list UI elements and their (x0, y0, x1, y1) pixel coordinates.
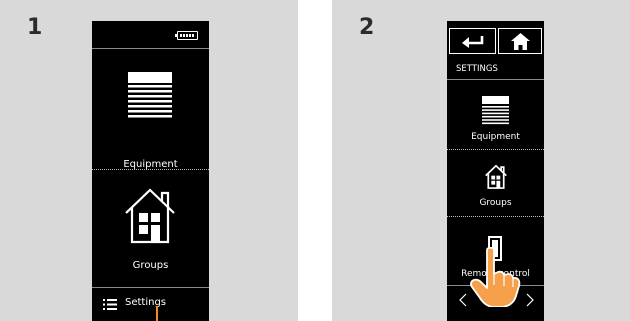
menu-item-label: Groups (132, 260, 169, 271)
menu-list-icon (103, 299, 117, 310)
menu-item-groups[interactable]: Groups (92, 171, 209, 286)
step-number: 2 (359, 15, 375, 40)
blind-icon (128, 72, 172, 118)
back-button[interactable] (449, 28, 496, 54)
screen-title: SETTINGS (456, 64, 498, 74)
item-divider (92, 169, 209, 170)
home-button[interactable] (498, 28, 542, 54)
menu-item-groups[interactable]: Groups (447, 151, 544, 215)
settings-button[interactable]: Settings (92, 288, 209, 321)
item-divider (447, 216, 544, 217)
back-arrow-icon (462, 36, 484, 48)
blind-icon (482, 96, 509, 125)
step-1-panel: 1 Equipment Groups Settings (0, 0, 298, 321)
pointing-hand-icon (470, 247, 521, 307)
home-icon (511, 33, 530, 50)
chevron-left-icon[interactable] (459, 293, 467, 307)
pointer-line (156, 306, 158, 321)
menu-item-equipment[interactable]: Equipment (92, 49, 209, 170)
item-divider (447, 149, 544, 150)
house-icon (125, 188, 175, 244)
settings-label: Settings (125, 297, 167, 308)
menu-item-label: Groups (479, 198, 512, 208)
step-2-panel: 2 SETTINGS Equipment Groups Remote contr… (332, 0, 630, 321)
menu-item-label: Equipment (471, 132, 520, 142)
chevron-right-icon[interactable] (526, 293, 534, 307)
menu-item-equipment[interactable]: Equipment (447, 80, 544, 147)
step-number: 1 (27, 15, 43, 40)
battery-icon (175, 31, 198, 40)
remote-screen: Equipment Groups Settings (92, 21, 209, 321)
house-icon (485, 164, 507, 189)
